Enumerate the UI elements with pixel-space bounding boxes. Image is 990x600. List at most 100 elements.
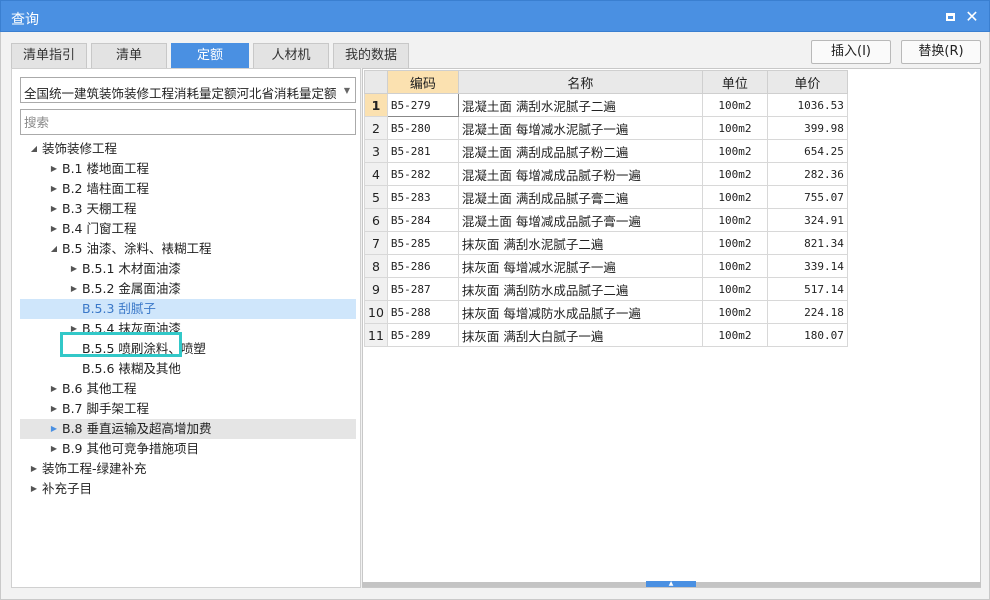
tree-node[interactable]: ▶ B.9 其他可竞争措施项目 bbox=[20, 439, 356, 459]
triangle-down-icon[interactable]: ◢ bbox=[48, 239, 60, 259]
cell-price[interactable]: 282.36 bbox=[766, 162, 848, 186]
cell-unit[interactable]: 100m2 bbox=[701, 277, 768, 301]
cell-unit[interactable]: 100m2 bbox=[701, 116, 768, 140]
row-number[interactable]: 6 bbox=[364, 208, 388, 232]
triangle-right-icon[interactable]: ▶ bbox=[48, 199, 60, 219]
cell-code[interactable]: B5-283 bbox=[386, 185, 459, 209]
tree-node[interactable]: ▶ 装饰工程-绿建补充 bbox=[20, 459, 356, 479]
cell-name[interactable]: 抹灰面 满刮防水成品腻子二遍 bbox=[457, 277, 703, 301]
tree-node[interactable]: ▶ B.8 垂直运输及超高增加费 bbox=[20, 419, 356, 439]
cell-code[interactable]: B5-281 bbox=[386, 139, 459, 163]
table-row[interactable]: 7 B5-285 抹灰面 满刮水泥腻子二遍 100m2 821.34 bbox=[364, 231, 848, 255]
column-header-price[interactable]: 单价 bbox=[766, 70, 848, 94]
column-header-code[interactable]: 编码 bbox=[386, 70, 459, 94]
cell-name[interactable]: 混凝土面 每增减水泥腻子一遍 bbox=[457, 116, 703, 140]
cell-price[interactable]: 1036.53 bbox=[766, 93, 848, 117]
cell-name[interactable]: 混凝土面 满刮成品腻子粉二遍 bbox=[457, 139, 703, 163]
table-row[interactable]: 9 B5-287 抹灰面 满刮防水成品腻子二遍 100m2 517.14 bbox=[364, 277, 848, 301]
row-number[interactable]: 8 bbox=[364, 254, 388, 278]
table-row[interactable]: 11 B5-289 抹灰面 满刮大白腻子一遍 100m2 180.07 bbox=[364, 323, 848, 347]
tree-node[interactable]: ▶ B.6 其他工程 bbox=[20, 379, 356, 399]
replace-button[interactable]: 替换(R) bbox=[901, 40, 981, 64]
triangle-right-icon[interactable]: ▶ bbox=[48, 439, 60, 459]
tab-list-guide[interactable]: 清单指引 bbox=[11, 43, 87, 68]
table-row[interactable]: 4 B5-282 混凝土面 每增减成品腻子粉一遍 100m2 282.36 bbox=[364, 162, 848, 186]
row-number[interactable]: 11 bbox=[364, 323, 388, 347]
triangle-right-icon[interactable]: ▶ bbox=[68, 279, 80, 299]
tab-my-data[interactable]: 我的数据 bbox=[333, 43, 409, 68]
cell-price[interactable]: 324.91 bbox=[766, 208, 848, 232]
cell-price[interactable]: 654.25 bbox=[766, 139, 848, 163]
row-number[interactable]: 9 bbox=[364, 277, 388, 301]
insert-button[interactable]: 插入(I) bbox=[811, 40, 891, 64]
cell-name[interactable]: 抹灰面 每增减防水成品腻子一遍 bbox=[457, 300, 703, 324]
cell-unit[interactable]: 100m2 bbox=[701, 162, 768, 186]
triangle-right-icon[interactable]: ▶ bbox=[48, 419, 60, 439]
column-header-name[interactable]: 名称 bbox=[457, 70, 703, 94]
row-number[interactable]: 7 bbox=[364, 231, 388, 255]
triangle-right-icon[interactable]: ▶ bbox=[48, 399, 60, 419]
cell-name[interactable]: 混凝土面 满刮成品腻子膏二遍 bbox=[457, 185, 703, 209]
cell-unit[interactable]: 100m2 bbox=[701, 254, 768, 278]
cell-price[interactable]: 399.98 bbox=[766, 116, 848, 140]
cell-code[interactable]: B5-282 bbox=[386, 162, 459, 186]
cell-code[interactable]: B5-288 bbox=[386, 300, 459, 324]
tab-quota[interactable]: 定额 bbox=[171, 43, 249, 68]
splitter-handle-icon[interactable]: ▲ bbox=[646, 581, 696, 587]
cell-price[interactable]: 180.07 bbox=[766, 323, 848, 347]
cell-name[interactable]: 抹灰面 满刮水泥腻子二遍 bbox=[457, 231, 703, 255]
search-field[interactable] bbox=[20, 109, 356, 135]
cell-unit[interactable]: 100m2 bbox=[701, 139, 768, 163]
tree-node[interactable]: B.5.3 刮腻子 bbox=[20, 299, 356, 319]
tab-materials[interactable]: 人材机 bbox=[253, 43, 329, 68]
column-header-unit[interactable]: 单位 bbox=[701, 70, 768, 94]
tree-node[interactable]: ▶ B.5.1 木材面油漆 bbox=[20, 259, 356, 279]
triangle-right-icon[interactable]: ▶ bbox=[48, 179, 60, 199]
tree-node[interactable]: ▶ B.7 脚手架工程 bbox=[20, 399, 356, 419]
row-number[interactable]: 2 bbox=[364, 116, 388, 140]
cell-name[interactable]: 混凝土面 每增减成品腻子膏一遍 bbox=[457, 208, 703, 232]
cell-price[interactable]: 821.34 bbox=[766, 231, 848, 255]
tree-node[interactable]: ▶ B.1 楼地面工程 bbox=[20, 159, 356, 179]
triangle-right-icon[interactable]: ▶ bbox=[28, 479, 40, 499]
table-row[interactable]: 5 B5-283 混凝土面 满刮成品腻子膏二遍 100m2 755.07 bbox=[364, 185, 848, 209]
tree-node[interactable]: ▶ B.2 墙柱面工程 bbox=[20, 179, 356, 199]
table-row[interactable]: 6 B5-284 混凝土面 每增减成品腻子膏一遍 100m2 324.91 bbox=[364, 208, 848, 232]
cell-code[interactable]: B5-280 bbox=[386, 116, 459, 140]
table-row[interactable]: 8 B5-286 抹灰面 每增减水泥腻子一遍 100m2 339.14 bbox=[364, 254, 848, 278]
triangle-right-icon[interactable]: ▶ bbox=[48, 159, 60, 179]
cell-code[interactable]: B5-284 bbox=[386, 208, 459, 232]
triangle-down-icon[interactable]: ◢ bbox=[28, 139, 40, 159]
cell-price[interactable]: 224.18 bbox=[766, 300, 848, 324]
row-number[interactable]: 10 bbox=[364, 300, 388, 324]
cell-price[interactable]: 755.07 bbox=[766, 185, 848, 209]
tree-node[interactable]: ▶ B.4 门窗工程 bbox=[20, 219, 356, 239]
tree-node[interactable]: ◢ 装饰装修工程 bbox=[20, 139, 356, 159]
triangle-right-icon[interactable]: ▶ bbox=[48, 219, 60, 239]
chevron-down-icon[interactable]: ▼ bbox=[344, 86, 350, 95]
cell-name[interactable]: 抹灰面 每增减水泥腻子一遍 bbox=[457, 254, 703, 278]
row-number[interactable]: 5 bbox=[364, 185, 388, 209]
cell-code[interactable]: B5-287 bbox=[386, 277, 459, 301]
library-select[interactable]: 全国统一建筑装饰装修工程消耗量定额河北省消耗量定额(2012) ▼ bbox=[20, 77, 356, 103]
tree-node[interactable]: ◢ B.5 油漆、涂料、裱糊工程 bbox=[20, 239, 356, 259]
tree-node[interactable]: ▶ 补充子目 bbox=[20, 479, 356, 499]
table-row[interactable]: 3 B5-281 混凝土面 满刮成品腻子粉二遍 100m2 654.25 bbox=[364, 139, 848, 163]
cell-code[interactable]: B5-279 bbox=[386, 93, 459, 117]
cell-code[interactable]: B5-285 bbox=[386, 231, 459, 255]
row-number[interactable]: 3 bbox=[364, 139, 388, 163]
table-row[interactable]: 1 B5-279 混凝土面 满刮水泥腻子二遍 100m2 1036.53 bbox=[364, 93, 848, 117]
cell-name[interactable]: 抹灰面 满刮大白腻子一遍 bbox=[457, 323, 703, 347]
close-icon[interactable]: ✕ bbox=[964, 9, 980, 25]
triangle-right-icon[interactable]: ▶ bbox=[48, 379, 60, 399]
tree-node[interactable]: B.5.5 喷刷涂料、喷塑 bbox=[20, 339, 356, 359]
cell-unit[interactable]: 100m2 bbox=[701, 300, 768, 324]
cell-unit[interactable]: 100m2 bbox=[701, 208, 768, 232]
tab-list[interactable]: 清单 bbox=[91, 43, 167, 68]
table-row[interactable]: 2 B5-280 混凝土面 每增减水泥腻子一遍 100m2 399.98 bbox=[364, 116, 848, 140]
tree-node[interactable]: ▶ B.3 天棚工程 bbox=[20, 199, 356, 219]
cell-price[interactable]: 517.14 bbox=[766, 277, 848, 301]
cell-unit[interactable]: 100m2 bbox=[701, 185, 768, 209]
tree-node[interactable]: ▶ B.5.2 金属面油漆 bbox=[20, 279, 356, 299]
search-input[interactable] bbox=[24, 111, 354, 133]
